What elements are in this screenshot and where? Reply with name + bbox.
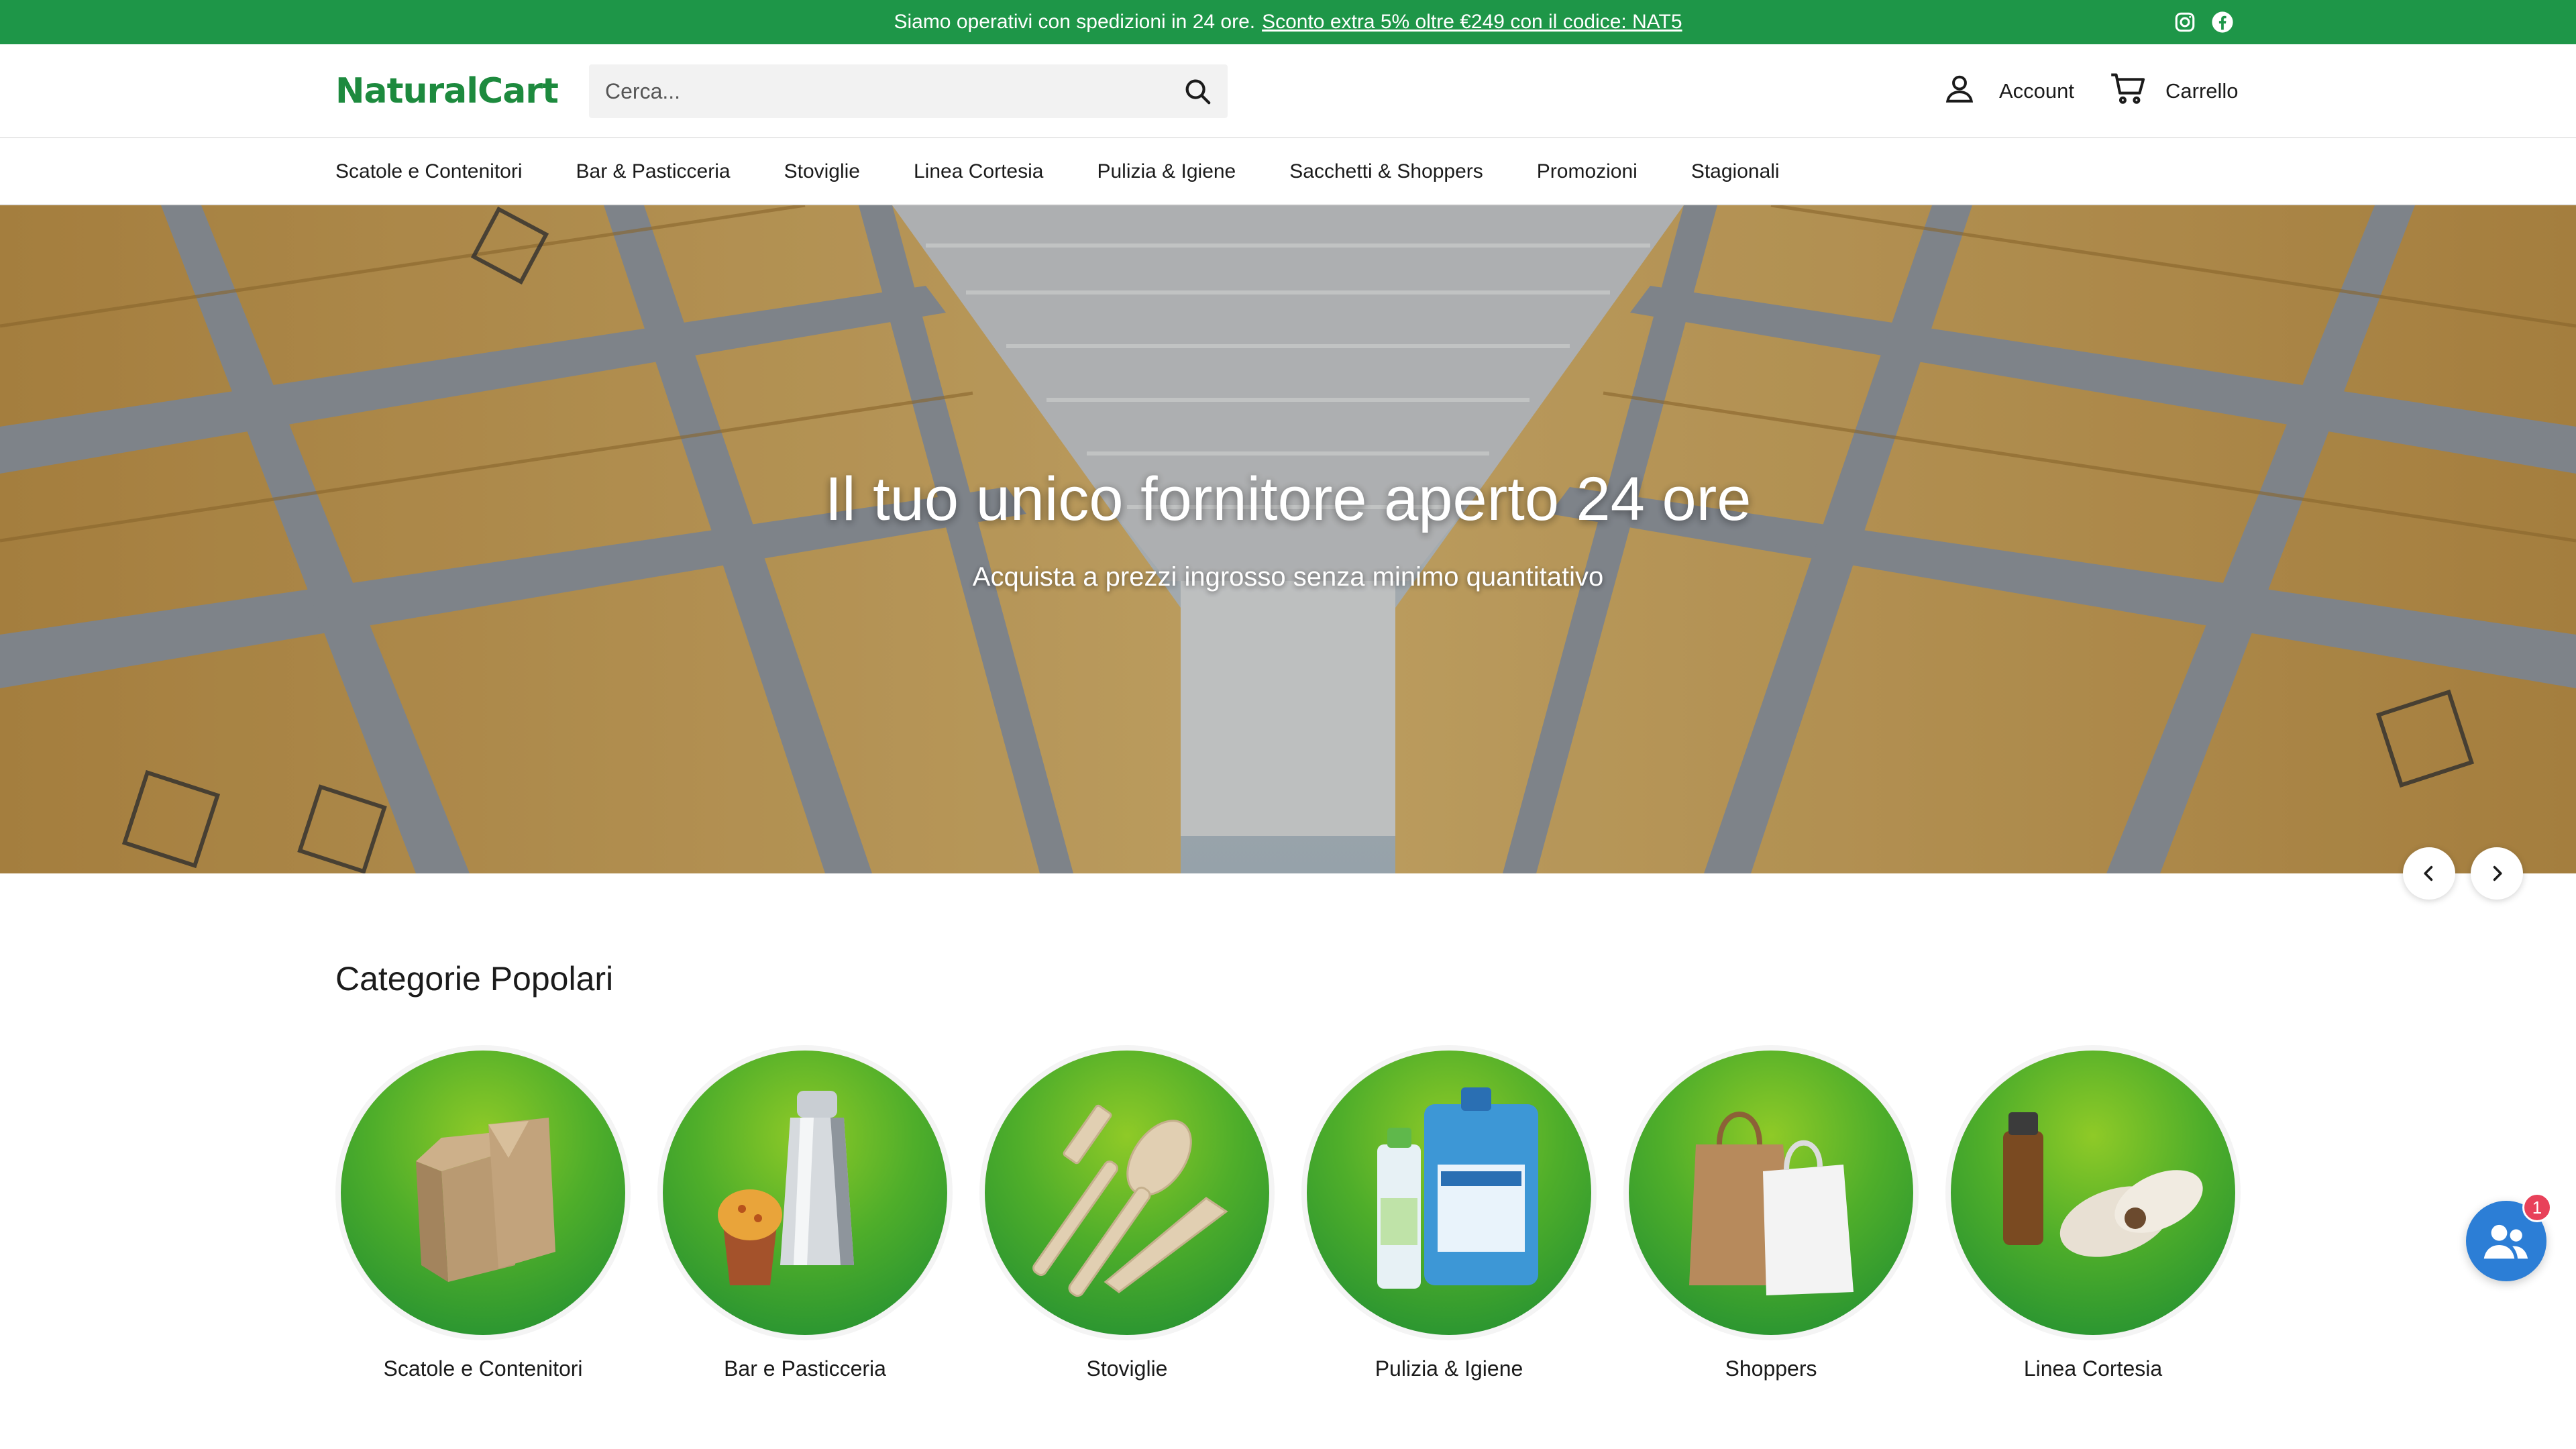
hero-subtitle: Acquista a prezzi ingrosso senza minimo … (972, 562, 1604, 592)
announcement-bar: Siamo operativi con spedizioni in 24 ore… (0, 0, 2576, 44)
category-label: Stoviglie (1086, 1356, 1168, 1381)
search-icon[interactable] (1167, 64, 1228, 118)
cart-link[interactable]: Carrello (2109, 71, 2239, 111)
account-link[interactable]: Account (1943, 71, 2074, 111)
instagram-icon[interactable] (2174, 11, 2196, 34)
hero-title: Il tuo unico fornitore aperto 24 ore (824, 465, 1752, 533)
nav-item-pulizia[interactable]: Pulizia & Igiene (1097, 160, 1236, 183)
announcement-text: Siamo operativi con spedizioni in 24 ore… (894, 11, 1256, 33)
nav-item-promozioni[interactable]: Promozioni (1537, 160, 1638, 183)
nav-item-stoviglie[interactable]: Stoviglie (784, 160, 860, 183)
category-label: Scatole e Contenitori (383, 1356, 583, 1381)
promo-link[interactable]: Sconto extra 5% oltre €249 con il codice… (1262, 11, 1682, 34)
category-image (985, 1051, 1269, 1335)
chat-people-icon (2483, 1224, 2528, 1259)
search-input[interactable] (589, 64, 1167, 118)
section-title: Categorie Popolari (335, 960, 614, 998)
search-bar (589, 64, 1228, 118)
logo[interactable]: NaturalCart (335, 71, 559, 111)
category-image (1307, 1051, 1591, 1335)
chevron-left-icon (2424, 865, 2433, 881)
category-image (341, 1051, 625, 1335)
account-label: Account (1999, 79, 2075, 103)
user-icon (1943, 72, 1976, 111)
slider-next-button[interactable] (2471, 847, 2523, 900)
nav-item-cortesia[interactable]: Linea Cortesia (914, 160, 1043, 183)
nav-item-bar[interactable]: Bar & Pasticceria (576, 160, 731, 183)
chat-badge: 1 (2522, 1193, 2552, 1222)
nav-item-stagionali[interactable]: Stagionali (1691, 160, 1780, 183)
main-nav: Scatole e Contenitori Bar & Pasticceria … (0, 138, 2576, 205)
slider-prev-button[interactable] (2403, 847, 2455, 900)
category-label: Pulizia & Igiene (1375, 1356, 1523, 1381)
facebook-icon[interactable] (2211, 11, 2234, 34)
chevron-right-icon (2493, 865, 2502, 881)
category-label: Shoppers (1725, 1356, 1817, 1381)
cart-label: Carrello (2165, 79, 2239, 103)
nav-item-sacchetti[interactable]: Sacchetti & Shoppers (1289, 160, 1483, 183)
category-label: Linea Cortesia (2023, 1356, 2163, 1381)
hero-banner[interactable]: Il tuo unico fornitore aperto 24 ore Acq… (0, 205, 2576, 873)
category-list: Scatole e Contenitori Bar e Pasticceria (335, 1051, 2241, 1399)
site-header: NaturalCart Account Carrello (0, 44, 2576, 138)
category-image (1629, 1051, 1913, 1335)
cart-icon (2109, 71, 2147, 111)
category-image (663, 1051, 947, 1335)
chat-button[interactable]: 1 (2466, 1193, 2552, 1281)
category-image (1951, 1051, 2235, 1335)
nav-item-scatole[interactable]: Scatole e Contenitori (335, 160, 523, 183)
category-label: Bar e Pasticceria (724, 1356, 886, 1381)
